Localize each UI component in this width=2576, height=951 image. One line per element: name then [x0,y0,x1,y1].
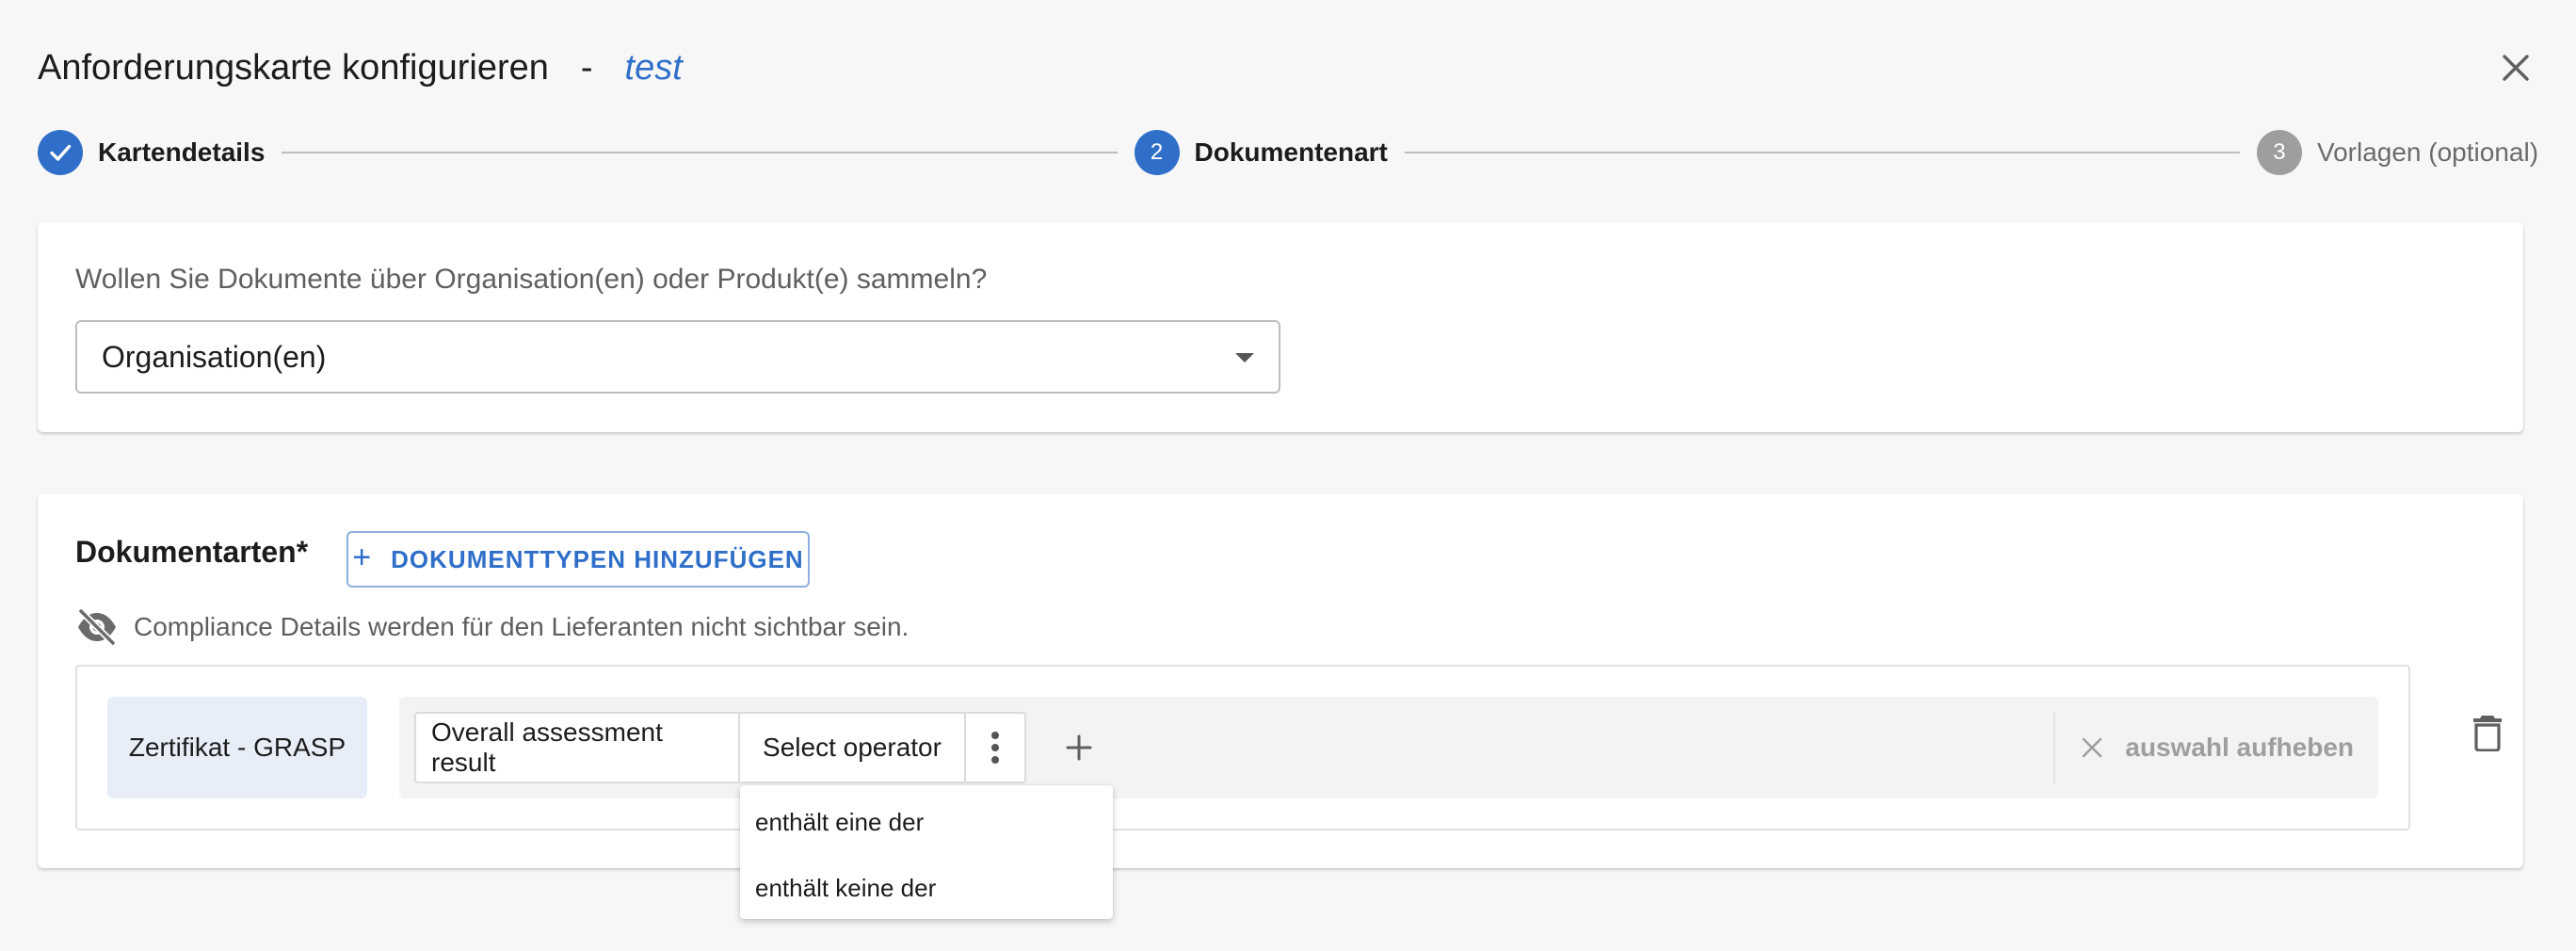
document-type-row: Zertifikat - GRASP Overall assessment re… [75,665,2410,830]
close-button[interactable] [2495,47,2536,89]
delete-row-button[interactable] [2465,706,2510,759]
close-icon [2082,737,2102,758]
trash-icon [2473,716,2502,751]
close-icon [2503,55,2529,81]
step-dokumentenart[interactable]: 2 Dokumentenart [1134,130,1388,175]
dropdown-caret-icon [1235,353,1254,363]
step-connector [1404,152,2240,153]
add-document-types-label: DOKUMENTTYPEN HINZUFÜGEN [391,544,804,573]
dialog-title: Anforderungskarte konfigurieren [38,47,549,88]
clear-selection-button[interactable]: auswahl aufheben [2053,712,2378,783]
collection-type-select[interactable]: Organisation(en) [75,320,1280,394]
filter-condition: Overall assessment result Select operato… [414,712,1026,783]
step-1-indicator [38,130,83,175]
title-separator: - [580,47,593,88]
filter-attribute[interactable]: Overall assessment result [416,714,738,782]
visibility-note-text: Compliance Details werden für den Liefer… [134,612,910,641]
eye-off-icon [75,608,119,646]
step-vorlagen[interactable]: 3 Vorlagen (optional) [2256,130,2539,175]
step-connector [282,152,1118,153]
card-name: test [624,47,683,88]
visibility-note: Compliance Details werden für den Liefer… [75,608,909,646]
collection-type-value: Organisation(en) [102,339,327,374]
collection-type-card: Wollen Sie Dokumente über Organisation(e… [38,222,2523,432]
collection-question: Wollen Sie Dokumente über Organisation(e… [75,264,988,295]
operator-option-contains-any[interactable]: enthält eine der [740,789,1113,855]
step-kartendetails[interactable]: Kartendetails [38,130,265,175]
plus-icon: + [352,540,373,575]
document-types-title: Dokumentarten* [75,535,309,569]
dialog-header: Anforderungskarte konfigurieren - test [38,43,683,92]
step-2-label: Dokumentenart [1194,137,1388,167]
document-types-card: Dokumentarten* + DOKUMENTTYPEN HINZUFÜGE… [38,493,2523,868]
more-vertical-icon [991,732,999,764]
step-3-label: Vorlagen (optional) [2316,137,2539,167]
operator-option-contains-none[interactable]: enthält keine der [740,855,1113,921]
stepper: Kartendetails 2 Dokumentenart 3 Vorlagen… [38,130,2538,175]
check-icon [50,144,72,161]
add-condition-button[interactable] [1051,719,1107,776]
more-options-button[interactable] [964,714,1024,782]
step-2-indicator: 2 [1134,130,1180,175]
filter-area: Overall assessment result Select operato… [399,697,2378,798]
clear-selection-label: auswahl aufheben [2125,733,2354,762]
document-type-chip: Zertifikat - GRASP [107,697,367,798]
step-1-label: Kartendetails [98,137,266,167]
operator-menu: enthält eine der enthält keine der [740,785,1113,919]
step-3-indicator: 3 [2256,130,2302,175]
add-document-types-button[interactable]: + DOKUMENTTYPEN HINZUFÜGEN [346,531,810,588]
plus-icon [1066,734,1092,761]
filter-operator-select[interactable]: Select operator [738,714,964,782]
